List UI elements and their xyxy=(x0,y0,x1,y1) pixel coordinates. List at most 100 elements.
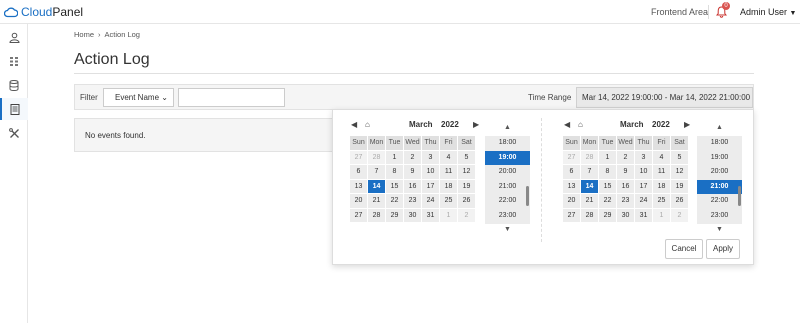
calendar-day[interactable]: 26 xyxy=(670,193,689,209)
calendar-day[interactable]: 23 xyxy=(616,193,635,209)
calendar-day[interactable]: 22 xyxy=(385,193,404,209)
calendar-day[interactable]: 30 xyxy=(616,207,635,223)
calendar-day[interactable]: 11 xyxy=(439,164,458,180)
calendar-day[interactable]: 7 xyxy=(367,164,386,180)
home-icon[interactable]: ⌂ xyxy=(578,120,583,129)
calendar-day[interactable]: 1 xyxy=(385,149,404,165)
calendar-day[interactable]: 16 xyxy=(403,178,422,194)
end-time-scrollbar[interactable] xyxy=(738,186,741,206)
calendar-day-other-month[interactable]: 27 xyxy=(349,149,368,165)
calendar-day[interactable]: 6 xyxy=(349,164,368,180)
calendar-day[interactable]: 12 xyxy=(457,164,476,180)
calendar-day[interactable]: 27 xyxy=(349,207,368,223)
prev-month-icon[interactable]: ◀ xyxy=(564,120,570,129)
calendar-day-other-month[interactable]: 28 xyxy=(367,149,386,165)
calendar-day[interactable]: 19 xyxy=(457,178,476,194)
calendar-day[interactable]: 24 xyxy=(634,193,653,209)
caret-up-icon[interactable]: ▲ xyxy=(697,124,742,131)
calendar-day[interactable]: 20 xyxy=(349,193,368,209)
sidebar-item-dashboard[interactable] xyxy=(0,50,28,72)
caret-down-icon[interactable]: ▼ xyxy=(697,226,742,233)
calendar-day[interactable]: 29 xyxy=(598,207,617,223)
calendar-day-other-month[interactable]: 1 xyxy=(652,207,671,223)
time-option[interactable]: 23:00 xyxy=(485,209,530,224)
calendar-day[interactable]: 9 xyxy=(616,164,635,180)
sidebar-item-databases[interactable] xyxy=(0,74,28,96)
calendar-day[interactable]: 24 xyxy=(421,193,440,209)
calendar-day[interactable]: 5 xyxy=(457,149,476,165)
time-option[interactable]: 23:00 xyxy=(697,209,742,224)
calendar-day[interactable]: 30 xyxy=(403,207,422,223)
calendar-day[interactable]: 21 xyxy=(580,193,599,209)
time-option[interactable]: 21:00 xyxy=(697,179,742,195)
calendar-day[interactable]: 28 xyxy=(580,207,599,223)
start-time-scrollbar[interactable] xyxy=(526,186,529,206)
user-menu[interactable]: Admin User ▼ xyxy=(740,7,796,17)
prev-month-icon[interactable]: ◀ xyxy=(351,120,357,129)
time-option[interactable]: 19:00 xyxy=(697,151,742,166)
calendar-day[interactable]: 16 xyxy=(616,178,635,194)
calendar-day[interactable]: 12 xyxy=(670,164,689,180)
calendar-day[interactable]: 2 xyxy=(403,149,422,165)
calendar-day[interactable]: 2 xyxy=(616,149,635,165)
calendar-day[interactable]: 25 xyxy=(652,193,671,209)
time-option[interactable]: 22:00 xyxy=(697,194,742,209)
calendar-day[interactable]: 31 xyxy=(421,207,440,223)
calendar-day[interactable]: 4 xyxy=(652,149,671,165)
calendar-day[interactable]: 3 xyxy=(421,149,440,165)
calendar-day-other-month[interactable]: 2 xyxy=(670,207,689,223)
caret-up-icon[interactable]: ▲ xyxy=(485,124,530,131)
calendar-day-other-month[interactable]: 2 xyxy=(457,207,476,223)
calendar-day[interactable]: 15 xyxy=(385,178,404,194)
filter-input[interactable] xyxy=(178,88,285,107)
calendar-day[interactable]: 13 xyxy=(562,178,581,194)
calendar-day[interactable]: 18 xyxy=(439,178,458,194)
calendar-day[interactable]: 31 xyxy=(634,207,653,223)
calendar-day[interactable]: 18 xyxy=(652,178,671,194)
calendar-day[interactable]: 10 xyxy=(421,164,440,180)
calendar-day[interactable]: 14 xyxy=(367,178,386,194)
calendar-day[interactable]: 9 xyxy=(403,164,422,180)
time-option[interactable]: 18:00 xyxy=(485,136,530,151)
time-option[interactable]: 21:00 xyxy=(485,180,530,195)
next-month-icon[interactable]: ▶ xyxy=(473,120,479,129)
calendar-day[interactable]: 13 xyxy=(349,178,368,194)
time-option[interactable]: 20:00 xyxy=(697,165,742,180)
calendar-day[interactable]: 15 xyxy=(598,178,617,194)
caret-down-icon[interactable]: ▼ xyxy=(485,226,530,233)
calendar-day[interactable]: 28 xyxy=(367,207,386,223)
sidebar-item-action-log[interactable] xyxy=(0,98,28,120)
calendar-day-other-month[interactable]: 27 xyxy=(562,149,581,165)
breadcrumb-home[interactable]: Home xyxy=(74,30,94,39)
sidebar-item-users[interactable] xyxy=(0,26,28,48)
calendar-day[interactable]: 20 xyxy=(562,193,581,209)
calendar-day[interactable]: 8 xyxy=(598,164,617,180)
time-option[interactable]: 19:00 xyxy=(485,150,530,166)
calendar-day[interactable]: 21 xyxy=(367,193,386,209)
event-type-select[interactable]: Event Name ⌄ xyxy=(103,88,174,107)
calendar-day[interactable]: 1 xyxy=(598,149,617,165)
calendar-day[interactable]: 29 xyxy=(385,207,404,223)
calendar-day[interactable]: 17 xyxy=(634,178,653,194)
calendar-day[interactable]: 14 xyxy=(580,178,599,194)
calendar-day[interactable]: 26 xyxy=(457,193,476,209)
calendar-day-other-month[interactable]: 28 xyxy=(580,149,599,165)
time-option[interactable]: 18:00 xyxy=(697,136,742,151)
apply-button[interactable]: Apply xyxy=(706,239,740,259)
cancel-button[interactable]: Cancel xyxy=(665,239,703,259)
calendar-day[interactable]: 17 xyxy=(421,178,440,194)
calendar-day[interactable]: 8 xyxy=(385,164,404,180)
calendar-day[interactable]: 10 xyxy=(634,164,653,180)
calendar-day[interactable]: 5 xyxy=(670,149,689,165)
calendar-day[interactable]: 23 xyxy=(403,193,422,209)
calendar-day-other-month[interactable]: 1 xyxy=(439,207,458,223)
calendar-day[interactable]: 3 xyxy=(634,149,653,165)
calendar-day[interactable]: 27 xyxy=(562,207,581,223)
time-range-input[interactable]: Mar 14, 2022 19:00:00 - Mar 14, 2022 21:… xyxy=(576,87,753,108)
cloudpanel-logo[interactable]: CloudPanel xyxy=(4,5,83,19)
home-icon[interactable]: ⌂ xyxy=(365,120,370,129)
time-option[interactable]: 20:00 xyxy=(485,165,530,180)
calendar-day[interactable]: 7 xyxy=(580,164,599,180)
frontend-area-link[interactable]: Frontend Area xyxy=(651,7,708,17)
calendar-day[interactable]: 4 xyxy=(439,149,458,165)
